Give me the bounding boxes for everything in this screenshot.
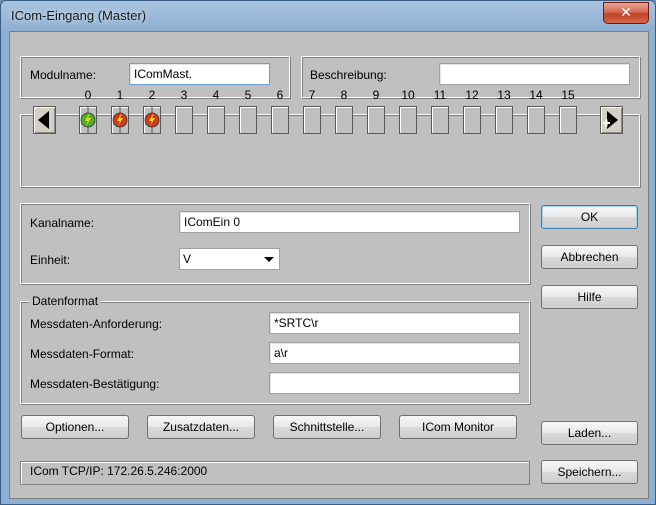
channel-slot-14[interactable]: [527, 106, 545, 134]
channel-number: 6: [276, 88, 284, 102]
channel-slot-12[interactable]: [463, 106, 481, 134]
window-title: ICom-Eingang (Master): [11, 8, 147, 23]
kanalname-label: Kanalname:: [30, 216, 95, 230]
bestaetigung-label: Messdaten-Bestätigung:: [30, 377, 160, 391]
channel-number: 0: [84, 88, 92, 102]
channel-slot-1[interactable]: [111, 106, 129, 134]
channel-slot-9[interactable]: [367, 106, 385, 134]
channel-number: 4: [212, 88, 220, 102]
channel-number: 7: [308, 88, 316, 102]
arrow-left-icon: [38, 111, 49, 129]
channel-number: 15: [561, 88, 575, 102]
prev-channel-button[interactable]: [33, 106, 56, 134]
channel-number: 11: [433, 88, 447, 102]
channel-slot-11[interactable]: [431, 106, 449, 134]
dialog-window: ICom-Eingang (Master) ✕ Modulname: IComM…: [0, 0, 656, 505]
schnittstelle-button[interactable]: Schnittstelle...: [273, 415, 381, 439]
next-channel-button[interactable]: [600, 106, 623, 134]
beschreibung-label: Beschreibung:: [310, 68, 387, 82]
abbrechen-button[interactable]: Abbrechen: [541, 245, 638, 269]
format-input[interactable]: a\r: [269, 342, 520, 364]
lightning-icon: [144, 107, 160, 133]
channel-slot-3[interactable]: [175, 106, 193, 134]
channel-slot-8[interactable]: [335, 106, 353, 134]
modulname-input[interactable]: IComMast.: [129, 63, 270, 85]
status-text: ICom TCP/IP: 172.26.5.246:2000: [30, 464, 208, 478]
format-label: Messdaten-Format:: [30, 347, 135, 361]
bestaetigung-input[interactable]: [269, 372, 520, 394]
einheit-select[interactable]: V: [179, 248, 280, 270]
close-icon: ✕: [620, 5, 632, 21]
channel-number: 5: [244, 88, 252, 102]
laden-button[interactable]: Laden...: [541, 421, 638, 445]
beschreibung-input[interactable]: [439, 63, 630, 85]
lightning-icon: [112, 107, 128, 133]
channel-number: 10: [401, 88, 415, 102]
channel-slot-10[interactable]: [399, 106, 417, 134]
optionen-button[interactable]: Optionen...: [21, 415, 129, 439]
channel-number: 14: [529, 88, 543, 102]
arrow-right-plus-icon: [603, 111, 618, 129]
zusatzdaten-button[interactable]: Zusatzdaten...: [147, 415, 255, 439]
title-bar[interactable]: ICom-Eingang (Master) ✕: [1, 1, 655, 33]
anforderung-label: Messdaten-Anforderung:: [30, 317, 163, 331]
channel-slot-6[interactable]: [271, 106, 289, 134]
channel-slot-0[interactable]: [79, 106, 97, 134]
channel-slot-7[interactable]: [303, 106, 321, 134]
channel-slot-5[interactable]: [239, 106, 257, 134]
channel-number: 9: [372, 88, 380, 102]
close-button[interactable]: ✕: [603, 2, 649, 24]
channel-slot-4[interactable]: [207, 106, 225, 134]
datenformat-legend: Datenformat: [29, 294, 102, 308]
hilfe-button[interactable]: Hilfe: [541, 285, 638, 309]
kanalname-input[interactable]: IComEin 0: [179, 211, 520, 233]
channel-number: 2: [148, 88, 156, 102]
speichern-button[interactable]: Speichern...: [541, 460, 638, 484]
lightning-icon: [80, 107, 96, 133]
channel-number: 12: [465, 88, 479, 102]
anforderung-input[interactable]: *SRTC\r: [269, 312, 520, 334]
channel-slot-15[interactable]: [559, 106, 577, 134]
icom-monitor-button[interactable]: ICom Monitor: [399, 415, 517, 439]
ok-button[interactable]: OK: [541, 205, 638, 229]
einheit-value: V: [183, 252, 192, 266]
channel-number: 1: [116, 88, 124, 102]
einheit-label: Einheit:: [30, 253, 71, 267]
channel-slot-2[interactable]: [143, 106, 161, 134]
channel-slot-13[interactable]: [495, 106, 513, 134]
channel-number: 8: [340, 88, 348, 102]
channel-number: 3: [180, 88, 188, 102]
channel-number: 13: [497, 88, 511, 102]
modulname-label: Modulname:: [30, 68, 97, 82]
chevron-down-icon: [264, 257, 274, 262]
